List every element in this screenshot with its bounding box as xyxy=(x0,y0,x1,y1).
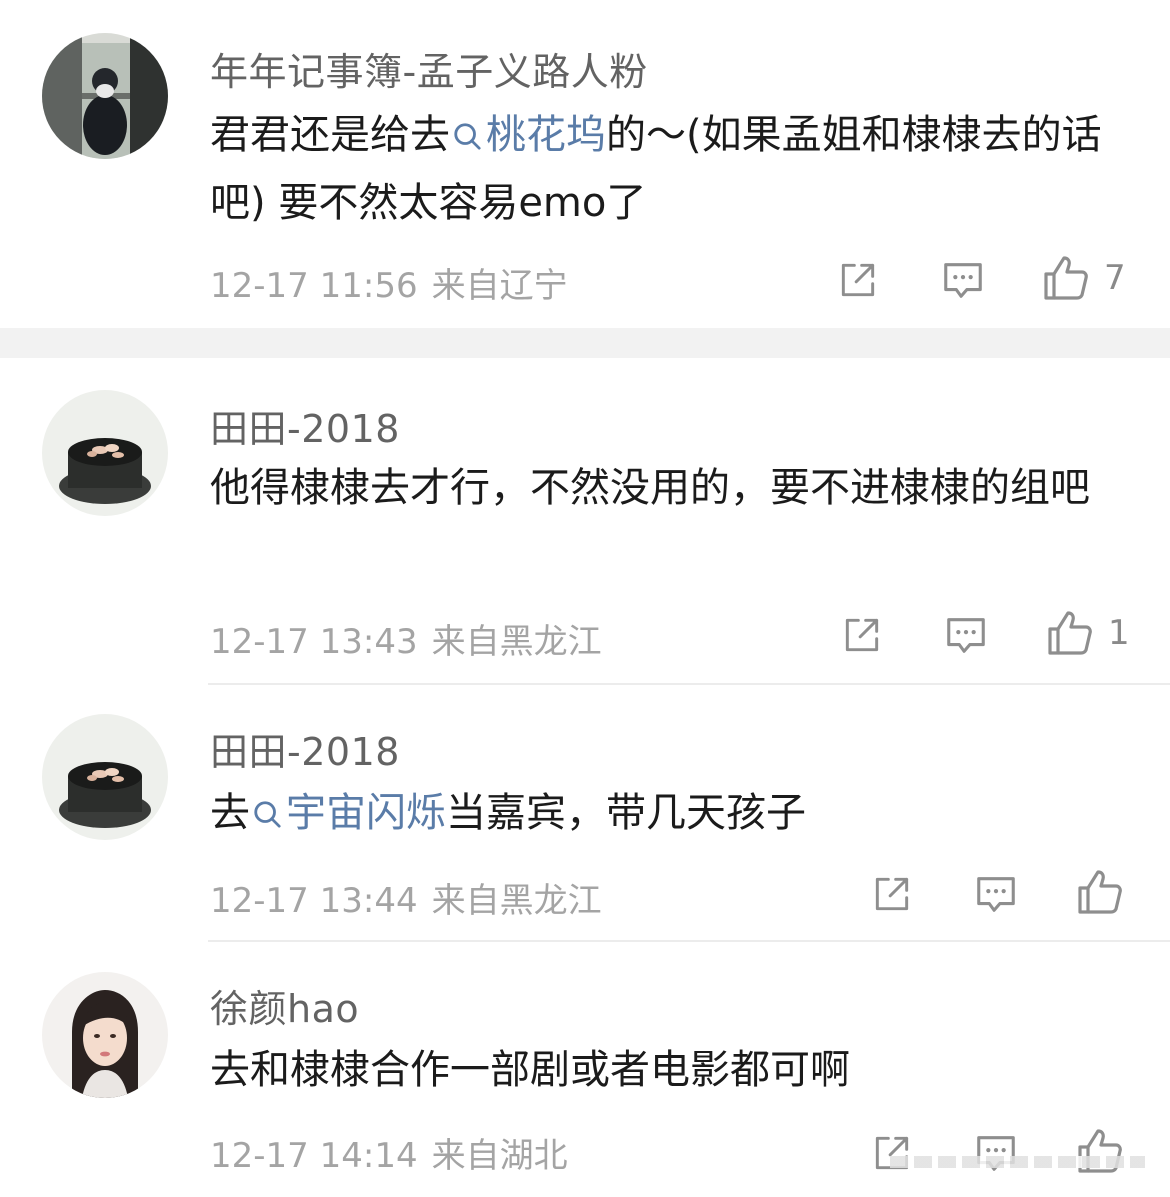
comment-text: 去宇宙闪烁当嘉宾，带几天孩子 xyxy=(210,779,1110,847)
comment-text-part: 去 xyxy=(210,790,250,836)
topic-label: 桃花坞 xyxy=(486,112,606,158)
topic-link[interactable]: 桃花坞 xyxy=(450,112,606,158)
avatar[interactable] xyxy=(42,390,168,516)
reply-button[interactable] xyxy=(940,255,986,305)
thumbs-up-icon xyxy=(1042,254,1090,302)
topic-link[interactable]: 宇宙闪烁 xyxy=(250,790,446,836)
like-button[interactable]: 1 xyxy=(1046,608,1130,658)
comment-location: 来自黑龙江 xyxy=(431,881,602,921)
comment-item: 田田-2018 他得棣棣去才行，不然没用的，要不进棣棣的组吧 12-17 13:… xyxy=(0,358,1170,684)
share-button[interactable] xyxy=(870,869,914,919)
share-button[interactable] xyxy=(870,1128,914,1178)
comment-meta: 12-17 14:14 来自湖北 xyxy=(210,1128,568,1177)
comment-item: 田田-2018 去宇宙闪烁当嘉宾，带几天孩子 12-17 13:44 来自黑龙江 xyxy=(0,685,1170,940)
comment-text-part: 当嘉宾，带几天孩子 xyxy=(446,790,806,836)
like-count: 1 xyxy=(1108,613,1130,653)
reply-button[interactable] xyxy=(973,869,1019,919)
avatar-flower-bowl-icon xyxy=(42,390,168,516)
share-button[interactable] xyxy=(840,610,884,660)
comment-time: 12-17 14:14 xyxy=(210,1136,418,1176)
share-icon xyxy=(840,613,884,657)
comment-icon xyxy=(940,257,986,303)
username[interactable]: 田田-2018 xyxy=(210,398,400,453)
comment-time: 12-17 13:43 xyxy=(210,622,418,662)
avatar-woman-portrait-icon xyxy=(42,972,168,1098)
comment-location: 来自黑龙江 xyxy=(431,622,602,662)
avatar[interactable] xyxy=(42,714,168,840)
username[interactable]: 田田-2018 xyxy=(210,721,400,776)
comment-time: 12-17 11:56 xyxy=(210,266,418,306)
reply-button[interactable] xyxy=(973,1128,1019,1178)
share-button[interactable] xyxy=(836,255,880,305)
comment-location: 来自湖北 xyxy=(431,1136,568,1176)
share-icon xyxy=(836,258,880,302)
comment-icon xyxy=(973,1130,1019,1176)
comment-text: 去和棣棣合作一部剧或者电影都可啊 xyxy=(210,1047,850,1093)
search-icon xyxy=(252,799,282,829)
avatar-flower-bowl-icon xyxy=(42,714,168,840)
avatar[interactable] xyxy=(42,33,168,159)
avatar-person-window-icon xyxy=(42,33,168,159)
comment-location: 来自辽宁 xyxy=(431,266,568,306)
comment-text: 他得棣棣去才行，不然没用的，要不进棣棣的组吧 xyxy=(210,465,1090,511)
comment-item: 年年记事簿-孟子义路人粉 君君还是给去 桃花坞的～(如果孟姐和棣棣去的话吧) 要不… xyxy=(0,0,1170,328)
avatar[interactable] xyxy=(42,972,168,1098)
comment-text: 君君还是给去 桃花坞的～(如果孟姐和棣棣去的话吧) 要不然太容易emo了 xyxy=(210,101,1110,237)
like-button[interactable] xyxy=(1076,867,1138,917)
comment-feed: 年年记事簿-孟子义路人粉 君君还是给去 桃花坞的～(如果孟姐和棣棣去的话吧) 要不… xyxy=(0,0,1170,1197)
comment-time: 12-17 13:44 xyxy=(210,881,418,921)
username[interactable]: 徐颜hao xyxy=(210,978,359,1033)
thumbs-up-icon xyxy=(1046,609,1094,657)
share-icon xyxy=(870,1131,914,1175)
like-button[interactable] xyxy=(1076,1126,1138,1176)
like-button[interactable]: 7 xyxy=(1042,253,1126,303)
watermark xyxy=(890,1156,1145,1168)
share-icon xyxy=(870,872,914,916)
search-icon xyxy=(452,121,482,151)
comment-meta: 12-17 13:43 来自黑龙江 xyxy=(210,614,602,663)
like-count: 7 xyxy=(1104,258,1126,298)
username[interactable]: 年年记事簿-孟子义路人粉 xyxy=(210,41,648,96)
reply-button[interactable] xyxy=(943,610,989,660)
comment-icon xyxy=(943,612,989,658)
topic-label: 宇宙闪烁 xyxy=(286,790,446,836)
comment-text-part: 君君还是给去 xyxy=(210,112,450,158)
comment-icon xyxy=(973,871,1019,917)
thumbs-up-icon xyxy=(1076,868,1124,916)
comment-meta: 12-17 13:44 来自黑龙江 xyxy=(210,873,602,922)
comment-meta: 12-17 11:56 来自辽宁 xyxy=(210,258,568,307)
section-separator xyxy=(0,328,1170,358)
